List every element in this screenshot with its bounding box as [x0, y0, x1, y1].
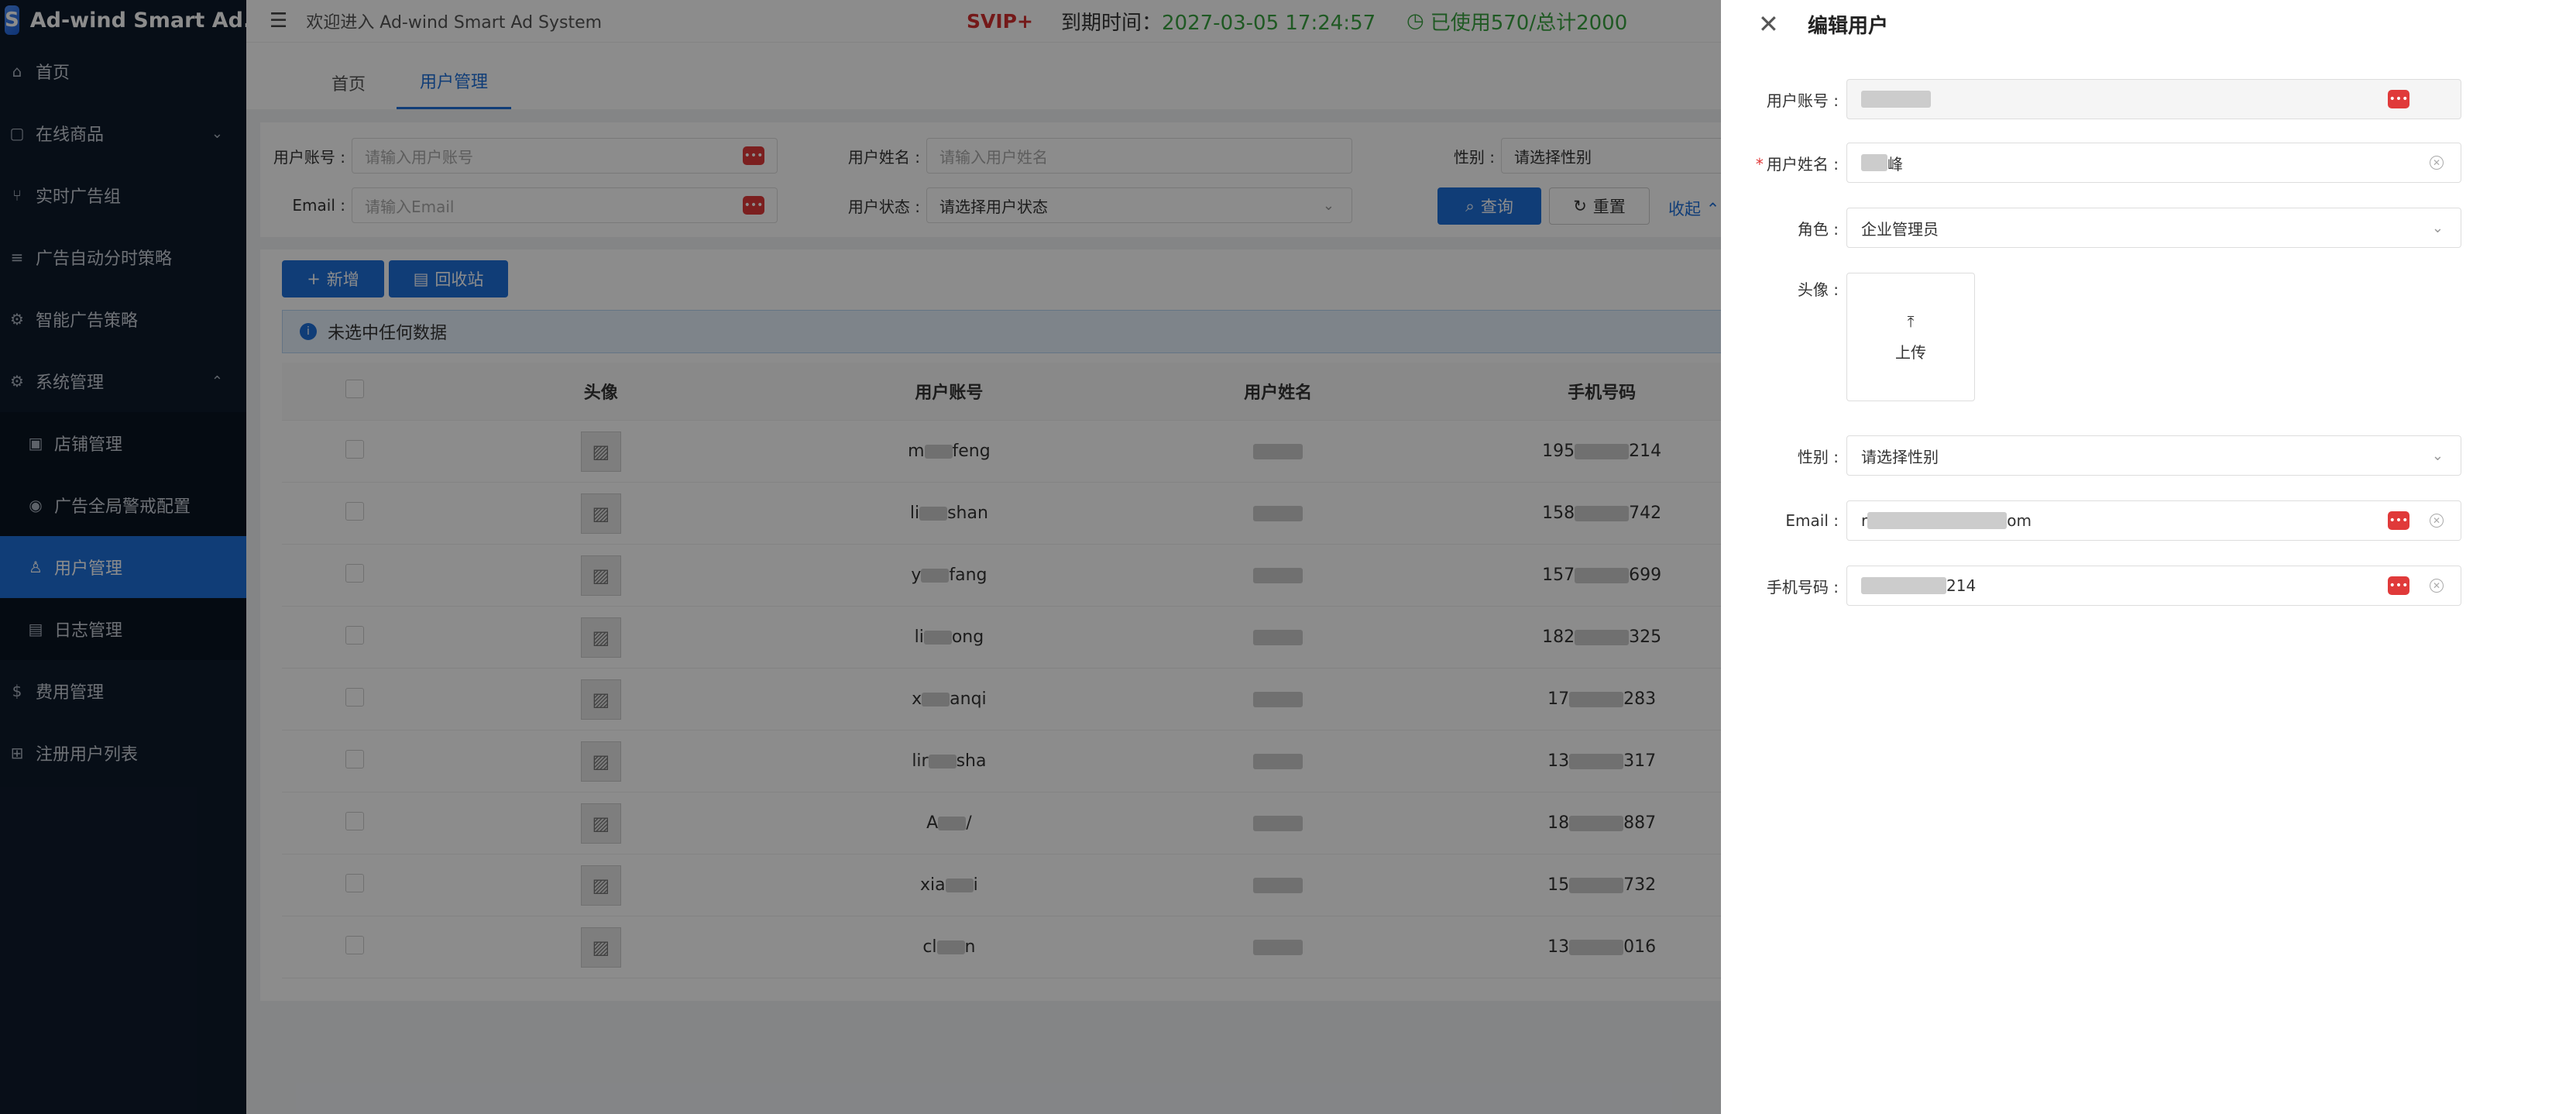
role-value: 企业管理员	[1861, 219, 1939, 239]
drawer-role-select[interactable]: 企业管理员 ⌄	[1846, 208, 2461, 248]
email-value-suffix: om	[2007, 511, 2032, 530]
password-manager-icon[interactable]: •••	[2388, 576, 2409, 595]
redacted-value	[1861, 91, 1931, 108]
drawer-account-label: 用户账号 :	[1766, 91, 1839, 110]
chevron-down-icon: ⌄	[2431, 447, 2444, 464]
drawer-email-row: Email : r om ••• ✕	[1721, 500, 2461, 541]
edit-user-drawer: ✕ 编辑用户 用户账号 : ••• * 用户姓名 : 峰 ✕ 角色 : 企业管理员…	[1721, 0, 2576, 1114]
name-value-suffix: 峰	[1887, 154, 1903, 174]
avatar-upload[interactable]: ⤒ 上传	[1846, 273, 1975, 401]
clear-icon[interactable]: ✕	[2430, 156, 2444, 170]
drawer-phone-input[interactable]: 214 ••• ✕	[1846, 566, 2461, 606]
drawer-role-label: 角色 :	[1797, 219, 1839, 239]
phone-value-suffix: 214	[1946, 576, 1977, 595]
drawer-avatar-label: 头像 :	[1797, 280, 1839, 299]
redacted-value	[1867, 512, 2008, 529]
password-manager-icon[interactable]: •••	[2388, 511, 2409, 530]
clear-icon[interactable]: ✕	[2430, 514, 2444, 528]
gender-placeholder: 请选择性别	[1861, 447, 1939, 466]
drawer-title: 编辑用户	[1808, 14, 1889, 38]
drawer-email-input[interactable]: r om ••• ✕	[1846, 500, 2461, 541]
drawer-account-input: •••	[1846, 79, 2461, 119]
drawer-gender-row: 性别 : 请选择性别 ⌄	[1721, 435, 2461, 476]
drawer-account-row: 用户账号 : •••	[1721, 79, 2461, 119]
drawer-avatar-row: 头像 : ⤒ 上传	[1721, 273, 1975, 401]
drawer-gender-label: 性别 :	[1797, 447, 1839, 466]
drawer-phone-row: 手机号码 : 214 ••• ✕	[1721, 566, 2461, 606]
drawer-phone-label: 手机号码 :	[1766, 577, 1839, 597]
close-icon[interactable]: ✕	[1758, 9, 1779, 39]
drawer-gender-select[interactable]: 请选择性别 ⌄	[1846, 435, 2461, 476]
drawer-name-label: 用户姓名 :	[1766, 154, 1839, 174]
drawer-header: ✕ 编辑用户	[1721, 0, 2576, 48]
clear-icon[interactable]: ✕	[2430, 579, 2444, 593]
modal-overlay[interactable]	[0, 0, 1721, 1114]
redacted-value	[1861, 577, 1946, 594]
redacted-value	[1861, 154, 1887, 171]
chevron-down-icon: ⌄	[2431, 219, 2444, 236]
drawer-email-label: Email :	[1785, 511, 1839, 530]
upload-label: 上传	[1895, 342, 1926, 362]
drawer-name-input[interactable]: 峰 ✕	[1846, 143, 2461, 183]
drawer-name-row: * 用户姓名 : 峰 ✕	[1721, 143, 2461, 183]
required-mark: *	[1755, 154, 1764, 174]
drawer-name-label-wrap: * 用户姓名 :	[1721, 152, 1846, 174]
upload-icon: ⤒	[1907, 311, 1915, 331]
email-value-prefix: r	[1861, 511, 1868, 530]
password-manager-icon[interactable]: •••	[2388, 90, 2409, 108]
drawer-role-row: 角色 : 企业管理员 ⌄	[1721, 208, 2461, 248]
